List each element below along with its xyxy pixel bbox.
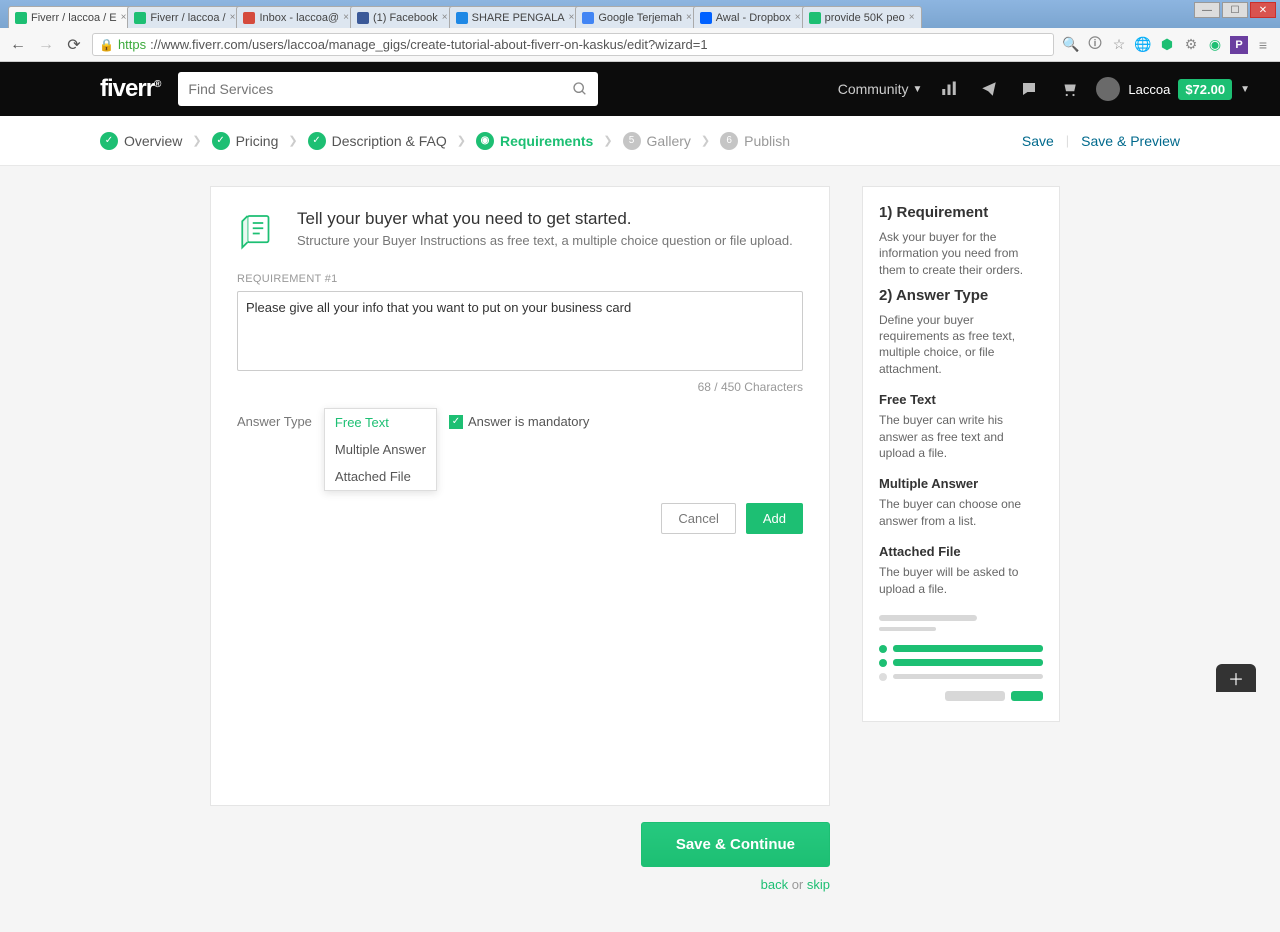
step-requirements[interactable]: ◉Requirements (476, 132, 593, 150)
answer-type-dropdown[interactable]: Free Text Multiple Answer Attached File (324, 408, 437, 491)
window-controls: — ☐ ✕ (1194, 2, 1276, 18)
extension-icon[interactable]: ⬢ (1158, 36, 1176, 54)
step-gallery[interactable]: 5Gallery (623, 132, 691, 150)
step-pricing[interactable]: ✓Pricing (212, 132, 279, 150)
chevron-right-icon: ❯ (603, 134, 612, 147)
feedback-tab[interactable]: ＋ (1216, 664, 1256, 692)
lock-icon: 🔒 (99, 38, 114, 52)
notifications-icon[interactable] (980, 80, 998, 98)
step-overview[interactable]: ✓Overview (100, 132, 182, 150)
username: Laccoa (1128, 82, 1170, 97)
forward-button[interactable]: → (36, 35, 56, 55)
cancel-button[interactable]: Cancel (661, 503, 735, 534)
browser-tab[interactable]: provide 50K peo× (802, 6, 922, 28)
help-illustration (879, 615, 1043, 701)
save-link[interactable]: Save (1022, 133, 1054, 149)
help-heading: 2) Answer Type (879, 286, 1043, 306)
requirement-label: REQUIREMENT #1 (237, 273, 803, 285)
option-free-text[interactable]: Free Text (325, 409, 436, 436)
close-icon[interactable]: × (343, 12, 349, 23)
browser-tab[interactable]: Inbox - laccoa@× (236, 6, 356, 28)
maximize-button[interactable]: ☐ (1222, 2, 1248, 18)
close-icon[interactable]: × (121, 12, 127, 23)
search-input[interactable] (178, 81, 562, 97)
browser-tab[interactable]: Fiverr / laccoa / E× (8, 6, 133, 28)
logo[interactable]: fiverr® (100, 75, 160, 103)
help-heading: 1) Requirement (879, 203, 1043, 223)
extension-icon[interactable]: ◉ (1206, 36, 1224, 54)
chevron-right-icon: ❯ (192, 134, 201, 147)
community-menu[interactable]: Community ▼ (838, 81, 923, 97)
browser-tab[interactable]: Fiverr / laccoa /× (127, 6, 242, 28)
browser-tabs: Fiverr / laccoa / E× Fiverr / laccoa /× … (0, 0, 1280, 28)
toolbar-icons: 🔍 🛈 ☆ 🌐 ⬢ ⚙ ◉ P ≡ (1062, 36, 1272, 54)
back-button[interactable]: ← (8, 35, 28, 55)
close-icon[interactable]: × (569, 12, 575, 23)
close-icon[interactable]: × (795, 12, 801, 23)
chevron-down-icon: ▼ (913, 84, 923, 95)
help-subheading: Multiple Answer (879, 475, 1043, 493)
chevron-down-icon: ▼ (1240, 84, 1250, 95)
extension-icon[interactable]: ⚙ (1182, 36, 1200, 54)
analytics-icon[interactable] (940, 80, 958, 98)
browser-tab[interactable]: Google Terjemah× (575, 6, 698, 28)
close-icon[interactable]: × (442, 12, 448, 23)
translate-icon[interactable]: 🛈 (1086, 36, 1104, 54)
reload-button[interactable]: ⟳ (64, 35, 84, 55)
avatar (1096, 77, 1120, 101)
option-multiple-answer[interactable]: Multiple Answer (325, 436, 436, 463)
zoom-icon[interactable]: 🔍 (1062, 36, 1080, 54)
user-menu[interactable]: Laccoa $72.00 ▼ (1096, 77, 1250, 101)
star-icon[interactable]: ☆ (1110, 36, 1128, 54)
address-bar: ← → ⟳ 🔒 https://www.fiverr.com/users/lac… (0, 28, 1280, 62)
minimize-button[interactable]: — (1194, 2, 1220, 18)
chevron-right-icon: ❯ (457, 134, 466, 147)
option-attached-file[interactable]: Attached File (325, 463, 436, 490)
checkbox-icon: ✓ (449, 415, 463, 429)
close-icon[interactable]: × (686, 12, 692, 23)
add-button[interactable]: Add (746, 503, 803, 534)
char-count: 68 / 450 Characters (237, 380, 803, 394)
document-icon (237, 209, 279, 251)
back-link[interactable]: back (761, 877, 788, 892)
chevron-right-icon: ❯ (701, 134, 710, 147)
close-window-button[interactable]: ✕ (1250, 2, 1276, 18)
save-preview-link[interactable]: Save & Preview (1081, 133, 1180, 149)
chevron-right-icon: ❯ (288, 134, 297, 147)
balance-badge: $72.00 (1178, 79, 1232, 100)
browser-tab[interactable]: (1) Facebook× (350, 6, 455, 28)
help-subheading: Free Text (879, 391, 1043, 409)
mandatory-checkbox[interactable]: ✓ Answer is mandatory (449, 408, 589, 429)
extension-icon[interactable]: 🌐 (1134, 36, 1152, 54)
requirement-input[interactable] (237, 291, 803, 371)
save-continue-button[interactable]: Save & Continue (641, 822, 830, 867)
search-icon[interactable] (562, 81, 598, 97)
cart-icon[interactable] (1060, 80, 1078, 98)
help-subheading: Attached File (879, 543, 1043, 561)
close-icon[interactable]: × (230, 12, 236, 23)
requirements-card: Tell your buyer what you need to get sta… (210, 186, 830, 806)
step-description[interactable]: ✓Description & FAQ (308, 132, 447, 150)
messages-icon[interactable] (1020, 80, 1038, 98)
extension-icon[interactable]: P (1230, 36, 1248, 54)
answer-type-label: Answer Type (237, 408, 312, 429)
card-title: Tell your buyer what you need to get sta… (297, 209, 793, 229)
menu-icon[interactable]: ≡ (1254, 36, 1272, 54)
bottom-links: back or skip (761, 877, 830, 892)
browser-tab[interactable]: Awal - Dropbox× (693, 6, 808, 28)
browser-tab[interactable]: SHARE PENGALA× (449, 6, 582, 28)
wizard-steps: ✓Overview ❯ ✓Pricing ❯ ✓Description & FA… (0, 116, 1280, 166)
url-input[interactable]: 🔒 https://www.fiverr.com/users/laccoa/ma… (92, 33, 1054, 56)
card-subtitle: Structure your Buyer Instructions as fre… (297, 233, 793, 248)
skip-link[interactable]: skip (807, 877, 830, 892)
step-publish[interactable]: 6Publish (720, 132, 790, 150)
help-sidebar: 1) Requirement Ask your buyer for the in… (862, 186, 1060, 722)
search-box (178, 72, 598, 106)
close-icon[interactable]: × (909, 12, 915, 23)
site-header: fiverr® Community ▼ Laccoa $72.00 ▼ (0, 62, 1280, 116)
